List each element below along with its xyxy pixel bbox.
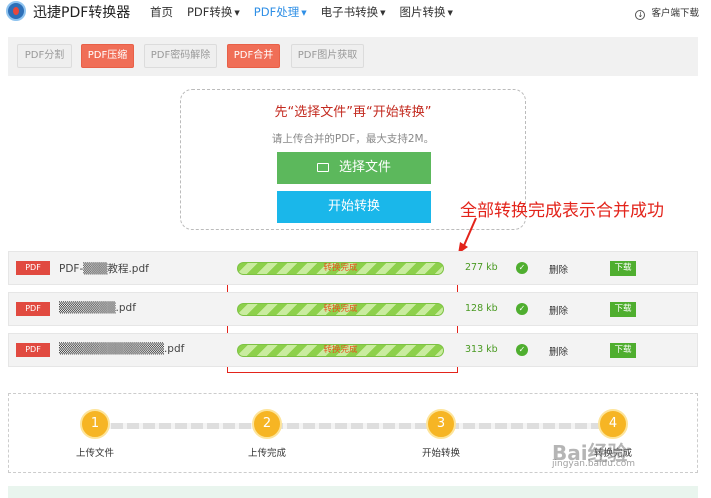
check-icon: ✓ xyxy=(516,262,528,274)
step-label: 开始转换 xyxy=(421,448,460,459)
app-logo-icon[interactable] xyxy=(6,1,26,21)
tool-pdf-compress[interactable]: PDF压缩 xyxy=(81,44,134,68)
progress-bar: 转换完成 xyxy=(237,344,444,357)
step-label: 上传完成 xyxy=(247,448,286,459)
file-name: ▒▒▒▒▒▒▒▒▒▒▒▒▒.pdf xyxy=(59,343,185,355)
progress-status: 转换完成 xyxy=(323,304,358,314)
step-number: 3 xyxy=(426,409,456,439)
delete-button[interactable]: 删除 xyxy=(549,344,568,358)
tool-pdf-image-extract[interactable]: PDF图片获取 xyxy=(291,44,364,68)
download-button[interactable]: 下载 xyxy=(610,343,636,358)
download-icon: ↓ xyxy=(635,10,646,20)
file-name: PDF-▒▒▒教程.pdf xyxy=(59,263,149,275)
download-button[interactable]: 下载 xyxy=(610,261,636,276)
annotation-arrow-icon xyxy=(458,217,477,254)
annotation-text: 全部转换完成表示合并成功 xyxy=(460,201,664,221)
upload-instruction: 先“选择文件”再“开始转换” xyxy=(274,105,432,120)
tool-pdf-unlock[interactable]: PDF密码解除 xyxy=(144,44,217,68)
main-nav: 首页 PDF转换 ▼ PDF处理 ▼ 电子书转换 ▼ 图片转换 ▼ xyxy=(150,4,467,20)
client-download-link[interactable]: ↓ 客户端下载 xyxy=(635,5,699,20)
brand-name[interactable]: 迅捷PDF转换器 xyxy=(33,2,130,22)
bottom-strip xyxy=(8,486,698,498)
tool-tabbar: PDF分割 PDF压缩 PDF密码解除 PDF合并 PDF图片获取 xyxy=(8,37,698,76)
progress-bar: 转换完成 xyxy=(237,303,444,316)
step-upload-complete: 2 上传完成 xyxy=(227,409,307,459)
pdf-badge-icon: PDF xyxy=(16,302,50,316)
nav-image-convert[interactable]: 图片转换 ▼ xyxy=(399,4,452,20)
top-header: 迅捷PDF转换器 首页 PDF转换 ▼ PDF处理 ▼ 电子书转换 ▼ 图片转换 ▼ ↓… xyxy=(0,0,711,24)
delete-button[interactable]: 删除 xyxy=(549,303,568,317)
select-file-button[interactable]: 选择文件 xyxy=(277,152,431,184)
step-start-convert: 3 开始转换 xyxy=(401,409,481,459)
nav-ebook-convert[interactable]: 电子书转换 ▼ xyxy=(321,4,386,20)
download-button[interactable]: 下载 xyxy=(610,302,636,317)
tool-pdf-merge[interactable]: PDF合并 xyxy=(227,44,280,68)
check-icon: ✓ xyxy=(516,303,528,315)
progress-status: 转换完成 xyxy=(323,345,358,355)
step-number: 1 xyxy=(80,409,110,439)
steps-track xyxy=(95,423,615,429)
step-number: 2 xyxy=(252,409,282,439)
delete-button[interactable]: 删除 xyxy=(549,262,568,276)
caret-down-icon: ▼ xyxy=(234,8,240,17)
pdf-badge-icon: PDF xyxy=(16,261,50,275)
file-row: PDF ▒▒▒▒▒▒▒▒▒▒▒▒▒.pdf 转换完成 313 kb ✓ 删除 下… xyxy=(8,333,698,367)
step-label: 上传文件 xyxy=(75,448,114,459)
file-row: PDF PDF-▒▒▒教程.pdf 转换完成 277 kb ✓ 删除 下载 xyxy=(8,251,698,285)
file-row: PDF ▒▒▒▒▒▒▒.pdf 转换完成 128 kb ✓ 删除 下载 xyxy=(8,292,698,326)
caret-down-icon: ▼ xyxy=(380,8,386,17)
folder-icon xyxy=(316,163,329,172)
file-size: 313 kb xyxy=(465,344,498,355)
progress-bar: 转换完成 xyxy=(237,262,444,275)
tool-pdf-split[interactable]: PDF分割 xyxy=(17,44,72,68)
caret-down-icon: ▼ xyxy=(301,8,307,17)
step-number: 4 xyxy=(598,409,628,439)
file-size: 277 kb xyxy=(465,262,498,273)
upload-hint: 请上传合并的PDF，最大支持2M。 xyxy=(271,133,435,145)
file-name: ▒▒▒▒▒▒▒.pdf xyxy=(59,302,136,314)
nav-home[interactable]: 首页 xyxy=(150,4,173,20)
nav-pdf-process[interactable]: PDF处理 ▼ xyxy=(254,4,307,20)
step-upload-file: 1 上传文件 xyxy=(55,409,135,459)
nav-pdf-convert[interactable]: PDF转换 ▼ xyxy=(187,4,240,20)
caret-down-icon: ▼ xyxy=(447,8,453,17)
file-size: 128 kb xyxy=(465,303,498,314)
progress-status: 转换完成 xyxy=(323,263,358,273)
start-convert-button[interactable]: 开始转换 xyxy=(277,191,431,223)
check-icon: ✓ xyxy=(516,344,528,356)
pdf-badge-icon: PDF xyxy=(16,343,50,357)
watermark-url: jingyan.baidu.com xyxy=(552,459,636,469)
